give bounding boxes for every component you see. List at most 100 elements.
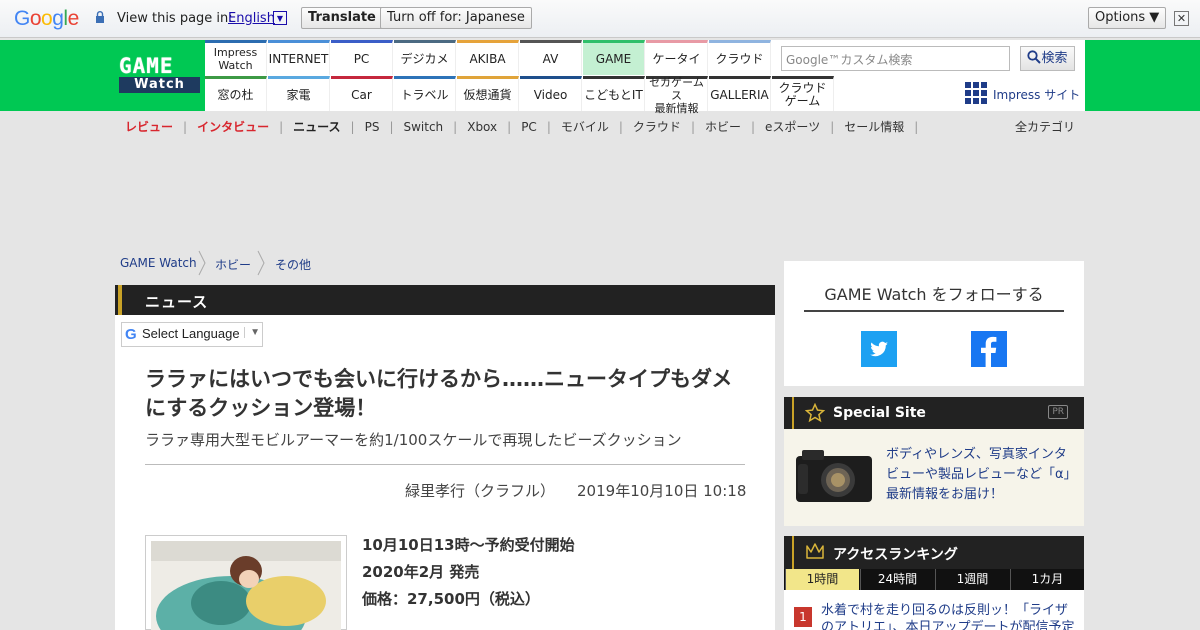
nav-item[interactable]: PC	[331, 40, 393, 75]
search-button-label: 検索	[1041, 51, 1068, 66]
special-site-card[interactable]: ボディやレンズ、写真家インタビューや製品レビューなど「α」最新情報をお届け！	[784, 429, 1084, 526]
special-site-label: Special Site	[833, 405, 926, 421]
category-link[interactable]: インタビュー	[197, 118, 269, 135]
nav-item[interactable]: こどもとIT	[583, 76, 645, 111]
follow-box: GAME Watch をフォローする	[784, 261, 1084, 386]
author: 緑里孝行（クラフル）	[405, 482, 556, 500]
nav-item-label: デジカメ	[400, 51, 449, 66]
twitter-icon[interactable]	[861, 331, 897, 367]
category-link[interactable]: レビュー	[125, 118, 173, 135]
nav-item[interactable]: デジカメ	[394, 40, 456, 75]
ranking-tab[interactable]: 1時間	[785, 569, 859, 590]
translate-button[interactable]: Translate	[301, 7, 383, 29]
grid-icon[interactable]	[965, 82, 987, 104]
logo-bottom-text: Watch	[119, 77, 200, 93]
nav-item[interactable]: トラベル	[394, 76, 456, 111]
category-link[interactable]: ニュース	[293, 118, 340, 135]
nav-separator: |	[350, 120, 355, 134]
category-link[interactable]: モバイル	[561, 118, 609, 135]
category-link[interactable]: セール情報	[844, 118, 904, 135]
category-link[interactable]: PS	[365, 120, 380, 134]
nav-item-label: PC	[353, 51, 370, 66]
breadcrumb-link[interactable]: その他	[275, 256, 311, 273]
publish-date: 2019年10月10日 10:18	[577, 482, 747, 500]
nav-separator: |	[279, 120, 284, 134]
product-info-line: 10月10日13時～予約受付開始	[362, 536, 575, 554]
category-link[interactable]: クラウド	[633, 118, 681, 135]
nav-item[interactable]: Impress Watch	[205, 40, 267, 75]
follow-underline	[804, 310, 1064, 312]
ranking-tab[interactable]: 1カ月	[1010, 569, 1084, 590]
ranking-tab[interactable]: 1週間	[935, 569, 1009, 590]
nav-item[interactable]: セガゲームス 最新情報	[646, 76, 708, 115]
turn-off-button[interactable]: Turn off for: Japanese	[380, 7, 532, 29]
chevron-right-icon	[257, 250, 265, 276]
facebook-icon[interactable]	[971, 331, 1007, 367]
google-logo-letter: o	[41, 7, 53, 30]
section-label: ニュース	[145, 293, 209, 311]
nav-item[interactable]: AV	[520, 40, 582, 75]
nav-item-label: INTERNET	[268, 51, 329, 66]
nav-item[interactable]: 仮想通貨	[457, 76, 519, 111]
section-header: ニュース	[115, 285, 775, 315]
nav-separator: |	[507, 120, 512, 134]
nav-item-label: トラベル	[400, 87, 449, 102]
chevron-down-icon[interactable]: ▼	[273, 11, 287, 25]
special-site-accent	[792, 397, 794, 429]
nav-separator: |	[690, 120, 695, 134]
nav-item[interactable]: Car	[331, 76, 393, 111]
all-categories-link[interactable]: 全カテゴリ	[1015, 118, 1075, 135]
nav-item[interactable]: ケータイ	[646, 40, 708, 75]
google-logo-letter: g	[52, 7, 64, 30]
nav-separator: |	[830, 120, 835, 134]
nav-item[interactable]: GALLERIA	[709, 76, 771, 111]
nav-separator: |	[389, 120, 394, 134]
nav-item-label: Car	[351, 87, 372, 102]
nav-item[interactable]: INTERNET	[268, 40, 330, 75]
nav-item[interactable]: クラウド	[709, 40, 771, 75]
crown-icon	[806, 543, 824, 559]
rank-number: 1	[794, 607, 812, 627]
article-title: ララァにはいつでも会いに行けるから……ニュータイプもダメにするクッション登場！	[145, 367, 733, 420]
nav-separator: |	[546, 120, 551, 134]
category-link[interactable]: eスポーツ	[765, 118, 820, 135]
nav-item-label: セガゲームス 最新情報	[649, 75, 704, 115]
cushion-photo	[151, 541, 341, 630]
game-watch-logo[interactable]: GAME Watch	[119, 55, 200, 95]
ranking-accent	[792, 536, 794, 569]
nav-separator: |	[751, 120, 756, 134]
ranking-tabs: 1時間 24時間 1週間 1カ月	[784, 569, 1084, 590]
nav-item[interactable]: 家電	[268, 76, 330, 111]
nav-item-label: クラウド	[715, 51, 764, 66]
chevron-down-icon: ▼	[244, 327, 260, 338]
close-icon[interactable]: ✕	[1174, 11, 1189, 26]
category-link[interactable]: Xbox	[467, 120, 497, 134]
options-button[interactable]: Options ▼	[1088, 7, 1167, 29]
nav-item[interactable]: クラウド ゲーム	[772, 76, 834, 111]
ranking-item-link[interactable]: 水着で村を走り回るのは反則ッ！「ライザのアトリエ」、本日アップデートが配信予定が…	[821, 602, 1079, 630]
language-select[interactable]: G Select Language ▼	[121, 322, 263, 347]
nav-item[interactable]: Video	[520, 76, 582, 111]
category-link[interactable]: PC	[521, 120, 537, 134]
nav-separator: |	[183, 120, 188, 134]
search-input[interactable]: Google™カスタム検索	[781, 46, 1010, 71]
search-button[interactable]: 検索	[1020, 46, 1075, 71]
language-link[interactable]: English	[228, 11, 275, 26]
special-site-header: Special Site PR	[784, 397, 1084, 429]
google-logo-letter: e	[67, 7, 80, 30]
impress-site-link[interactable]: Impress サイト	[993, 86, 1080, 103]
nav-item[interactable]: 窓の杜	[205, 76, 267, 111]
nav-item-label: こどもとIT	[584, 87, 643, 102]
nav-item-label: GAME	[595, 51, 632, 66]
breadcrumb-link[interactable]: ホビー	[215, 256, 251, 273]
nav-item-label: AV	[542, 51, 559, 66]
ranking-header: アクセスランキング	[784, 536, 1084, 569]
article-image[interactable]	[151, 541, 341, 630]
category-link[interactable]: ホビー	[705, 118, 741, 135]
nav-item[interactable]: GAME	[583, 40, 645, 75]
byline: 緑里孝行（クラフル） 2019年10月10日 10:18	[405, 480, 746, 501]
ranking-tab[interactable]: 24時間	[860, 569, 934, 590]
breadcrumb-link[interactable]: GAME Watch	[120, 256, 197, 270]
nav-item[interactable]: AKIBA	[457, 40, 519, 75]
category-link[interactable]: Switch	[403, 120, 443, 134]
